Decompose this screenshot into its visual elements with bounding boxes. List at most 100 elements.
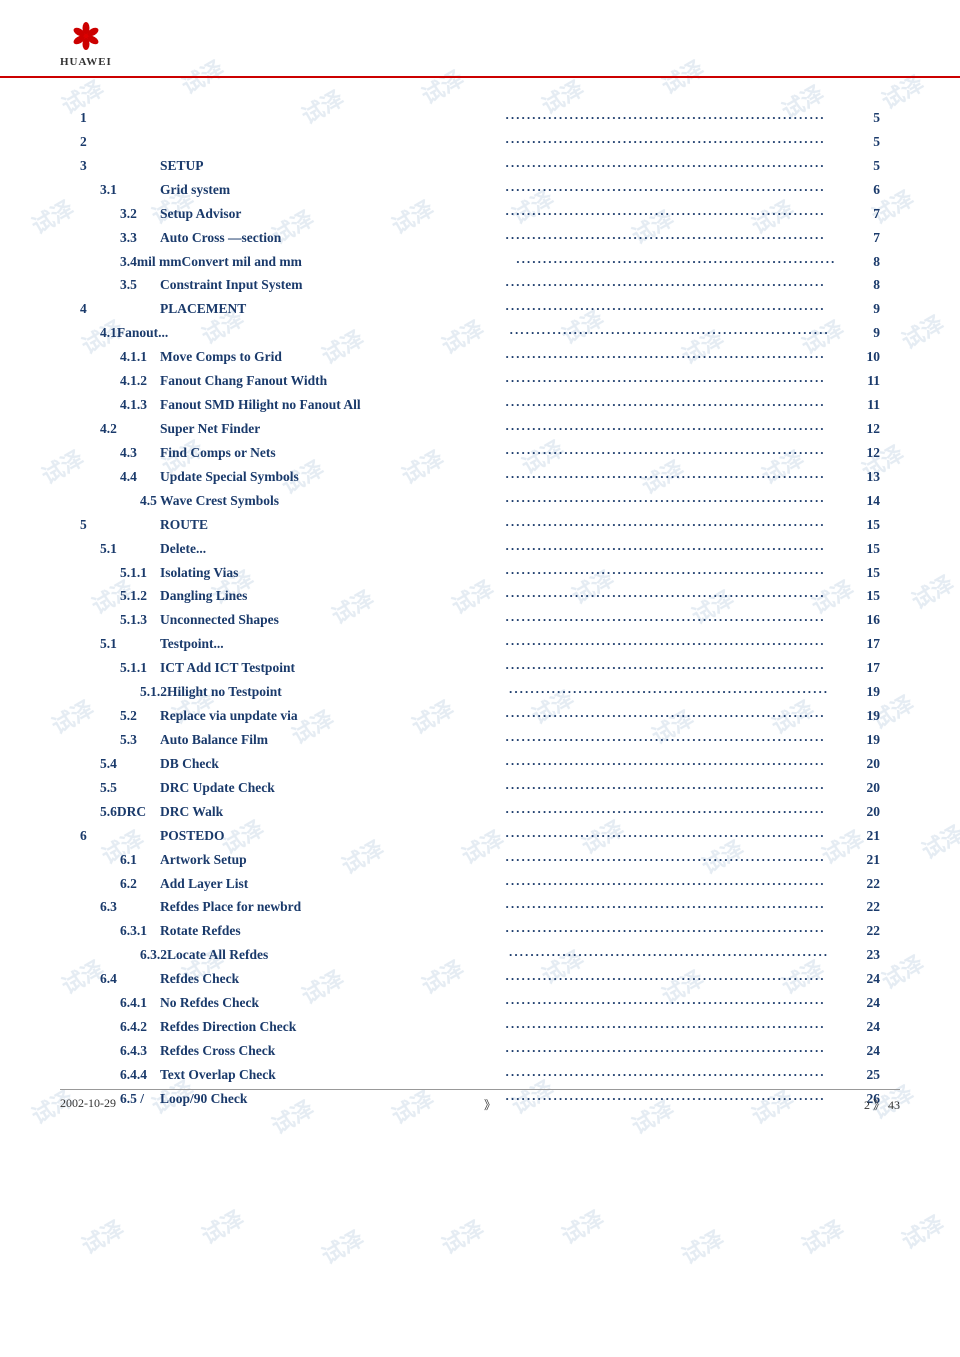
toc-row: 6.4Refdes Check ························…	[80, 969, 880, 990]
toc-row: 5.2Replace via unpdate via ·············…	[80, 706, 880, 727]
toc-dots: ········································…	[505, 993, 846, 1013]
toc-dots: ········································…	[505, 634, 846, 654]
toc-title: Refdes Cross Check	[160, 1041, 501, 1062]
toc-dots: ········································…	[505, 395, 846, 415]
toc-dots: ········································…	[505, 204, 846, 224]
toc-row: 5ROUTE ·································…	[80, 515, 880, 536]
toc-dots: ········································…	[505, 897, 846, 917]
toc-title: Add Layer List	[160, 874, 501, 895]
toc-title: Rotate Refdes	[160, 921, 501, 942]
toc-row: 6.3Refdes Place for newbrd ·············…	[80, 897, 880, 918]
toc-title: Locate All Refdes	[167, 945, 505, 966]
toc-number: 3	[80, 156, 160, 177]
toc-dots: ········································…	[505, 467, 846, 487]
footer-center: 》	[484, 1096, 496, 1113]
toc-row: 5.3Auto Balance Film ···················…	[80, 730, 880, 751]
toc-number: 6.3.1	[80, 921, 160, 942]
toc-title: Fanout Chang Fanout Width	[160, 371, 501, 392]
toc-dots: ········································…	[505, 658, 846, 678]
toc-row: 3.2Setup Advisor ·······················…	[80, 204, 880, 225]
toc-title: Hilight no Testpoint	[167, 682, 505, 703]
toc-title: POSTEDO	[160, 826, 501, 847]
toc-page: 14	[850, 491, 880, 512]
toc-row: 5.1Testpoint... ························…	[80, 634, 880, 655]
toc-row: 6.1Artwork Setup ·······················…	[80, 850, 880, 871]
toc-number: 4.5	[80, 491, 160, 512]
toc-title: Update Special Symbols	[160, 467, 501, 488]
toc-title: Isolating Vias	[160, 563, 501, 584]
toc-number: 4.3	[80, 443, 160, 464]
toc-page: 16	[850, 610, 880, 631]
toc-dots: ········································…	[505, 1041, 846, 1061]
toc-dots: ········································…	[509, 323, 846, 343]
toc-number: 3.5	[80, 275, 160, 296]
toc-page: 15	[850, 586, 880, 607]
toc-dots: ········································…	[505, 610, 846, 630]
toc-row: 4.1.3Fanout SMD Hilight no Fanout All ··…	[80, 395, 880, 416]
toc-dots: ········································…	[505, 778, 846, 798]
toc-number: 5.5	[80, 778, 160, 799]
toc-page: 21	[850, 826, 880, 847]
toc-number: 6.4.4	[80, 1065, 160, 1086]
toc-page: 8	[850, 275, 880, 296]
toc-row: 3SETUP ·································…	[80, 156, 880, 177]
toc-number: 6.4.2	[80, 1017, 160, 1038]
toc-page: 19	[850, 682, 880, 703]
toc-title: Replace via unpdate via	[160, 706, 501, 727]
toc-dots: ········································…	[505, 299, 846, 319]
toc-row: 6.2Add Layer List ······················…	[80, 874, 880, 895]
toc-number: 6.3	[80, 897, 160, 918]
toc-page: 11	[850, 395, 880, 416]
toc-number: 6.3.2	[80, 945, 167, 966]
toc-page: 20	[850, 802, 880, 823]
toc-dots: ········································…	[505, 730, 846, 750]
toc-dots: ········································…	[505, 826, 846, 846]
toc-page: 19	[850, 706, 880, 727]
toc-dots: ········································…	[509, 682, 847, 702]
toc-dots: ········································…	[505, 563, 846, 583]
toc-row: 3.3Auto Cross —section ·················…	[80, 228, 880, 249]
toc-title: Grid system	[160, 180, 501, 201]
toc-row: 4.1.2Fanout Chang Fanout Width ·········…	[80, 371, 880, 392]
toc-number: 4.1Fanout...	[80, 323, 168, 344]
toc-title: Refdes Check	[160, 969, 501, 990]
toc-title: Unconnected Shapes	[160, 610, 501, 631]
toc-page: 11	[850, 371, 880, 392]
toc-number: 5	[80, 515, 160, 536]
toc-title: Setup Advisor	[160, 204, 501, 225]
toc-number: 5.6DRC	[80, 802, 160, 823]
toc-dots: ········································…	[505, 108, 846, 128]
toc-row: 4.2Super Net Finder ····················…	[80, 419, 880, 440]
toc-title: Super Net Finder	[160, 419, 501, 440]
toc-row: 1 ······································…	[80, 108, 880, 129]
toc-number: 5.1.3	[80, 610, 160, 631]
toc-number: 4.1.2	[80, 371, 160, 392]
toc-row: 5.1.1ICT Add ICT Testpoint ·············…	[80, 658, 880, 679]
toc-page: 25	[850, 1065, 880, 1086]
toc-row: 4.1.1Move Comps to Grid ················…	[80, 347, 880, 368]
toc-number: 6.4.1	[80, 993, 160, 1014]
toc-dots: ········································…	[505, 969, 846, 989]
toc-dots: ········································…	[505, 802, 846, 822]
toc-page: 17	[850, 658, 880, 679]
toc-page: 6	[850, 180, 880, 201]
toc-number: 5.1.1	[80, 658, 160, 679]
toc-number: 5.4	[80, 754, 160, 775]
toc-row: 5.1Delete... ···························…	[80, 539, 880, 560]
toc-page: 10	[850, 347, 880, 368]
toc-title: Convert mil and mm	[182, 252, 512, 273]
toc-page: 12	[850, 443, 880, 464]
toc-row: 2 ······································…	[80, 132, 880, 153]
toc-number: 2	[80, 132, 160, 153]
toc-number: 3.2	[80, 204, 160, 225]
toc-dots: ········································…	[505, 921, 846, 941]
toc-title: Auto Balance Film	[160, 730, 501, 751]
toc-title: DRC Walk	[160, 802, 501, 823]
toc-number: 5.1	[80, 539, 160, 560]
toc-title: Dangling Lines	[160, 586, 501, 607]
toc-page: 5	[850, 132, 880, 153]
toc-row: 4.4Update Special Symbols ··············…	[80, 467, 880, 488]
toc-page: 15	[850, 539, 880, 560]
toc-row: 5.4DB Check ····························…	[80, 754, 880, 775]
toc-page: 24	[850, 1041, 880, 1062]
